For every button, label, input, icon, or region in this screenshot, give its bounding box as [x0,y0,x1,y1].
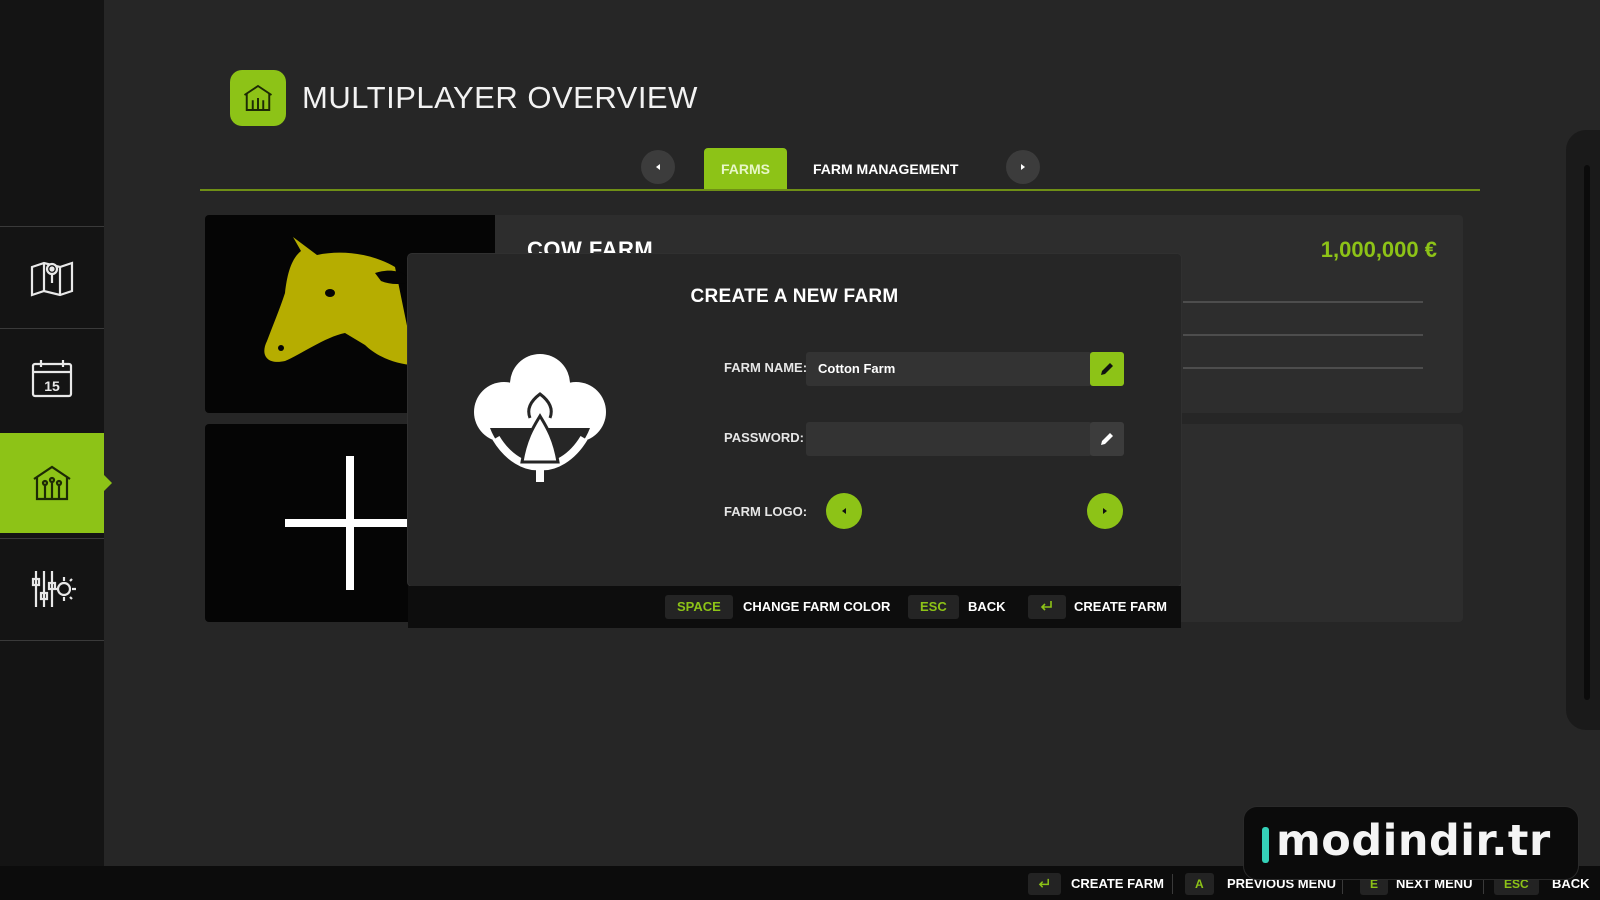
farm-logo-next-button[interactable] [1087,493,1123,529]
caret-left-icon [842,508,846,514]
calendar-day: 15 [44,378,60,394]
tab-farms[interactable]: FARMS [704,148,787,189]
dialog-footer: SPACE CHANGE FARM COLOR ESC BACK CREATE … [408,586,1181,628]
enter-icon [1040,601,1052,611]
watermark-accent [1262,827,1269,863]
caret-right-icon [1021,164,1025,170]
pencil-icon [1101,433,1113,445]
settings-sliders-icon [31,570,76,607]
farm-member-line [1183,334,1423,336]
tab-underline [200,189,1480,191]
farm-member-line [1183,367,1423,369]
enter-key-badge [1028,873,1061,895]
sidebar: 15 [0,0,112,866]
password-field[interactable] [806,422,1092,456]
tab-farm-management[interactable]: FARM MANAGEMENT [813,148,958,190]
scrollbar-track[interactable] [1566,130,1600,730]
change-farm-color-button[interactable]: CHANGE FARM COLOR [743,595,890,619]
tab-prev-button[interactable] [641,150,675,184]
sidebar-item-calendar[interactable]: 15 [0,328,104,428]
page-title: MULTIPLAYER OVERVIEW [302,80,698,115]
barn-icon [33,465,71,501]
dialog-title: CREATE A NEW FARM [690,286,899,307]
tab-next-button[interactable] [1006,150,1040,184]
create-farm-button[interactable]: CREATE FARM [1074,595,1167,619]
create-farm-dialog: CREATE A NEW FARM FARM NAME: Cotton Farm… [408,254,1181,586]
watermark: modindir.tr [1243,806,1579,880]
esc-key-badge: ESC [908,595,959,619]
map-icon [30,260,74,297]
password-edit-button[interactable] [1090,422,1124,456]
enter-key-badge [1028,595,1066,619]
header-barn-icon [230,70,286,126]
farm-member-line [1183,301,1423,303]
farm-money: 1,000,000 € [1320,237,1437,262]
farm-name-label: FARM NAME: [724,360,808,375]
calendar-icon: 15 [31,359,73,397]
caret-right-icon [1103,508,1107,514]
pencil-icon [1101,363,1113,375]
caret-left-icon [656,164,660,170]
sidebar-divider [0,640,104,641]
bottom-divider [1172,874,1173,894]
farm-logo-label: FARM LOGO: [724,504,808,519]
space-key-badge: SPACE [665,595,733,619]
farm-name-edit-button[interactable] [1090,352,1124,386]
cotton-icon [474,354,606,482]
farm-name-field[interactable]: Cotton Farm [806,352,1092,386]
sidebar-item-multiplayer[interactable] [0,433,112,533]
sidebar-item-map[interactable] [0,226,104,326]
dialog-back-button[interactable]: BACK [968,595,1006,619]
farm-logo-preview [460,342,620,502]
farm-logo-prev-button[interactable] [826,493,862,529]
sidebar-item-settings[interactable] [0,538,104,638]
bottom-create-farm-button[interactable]: CREATE FARM [1071,873,1164,895]
password-label: PASSWORD: [724,430,804,445]
a-key-badge: A [1185,873,1214,895]
enter-icon [1038,878,1049,888]
barn-icon [243,84,273,111]
watermark-text: modindir.tr [1276,816,1551,866]
scrollbar-thumb[interactable] [1584,165,1590,700]
